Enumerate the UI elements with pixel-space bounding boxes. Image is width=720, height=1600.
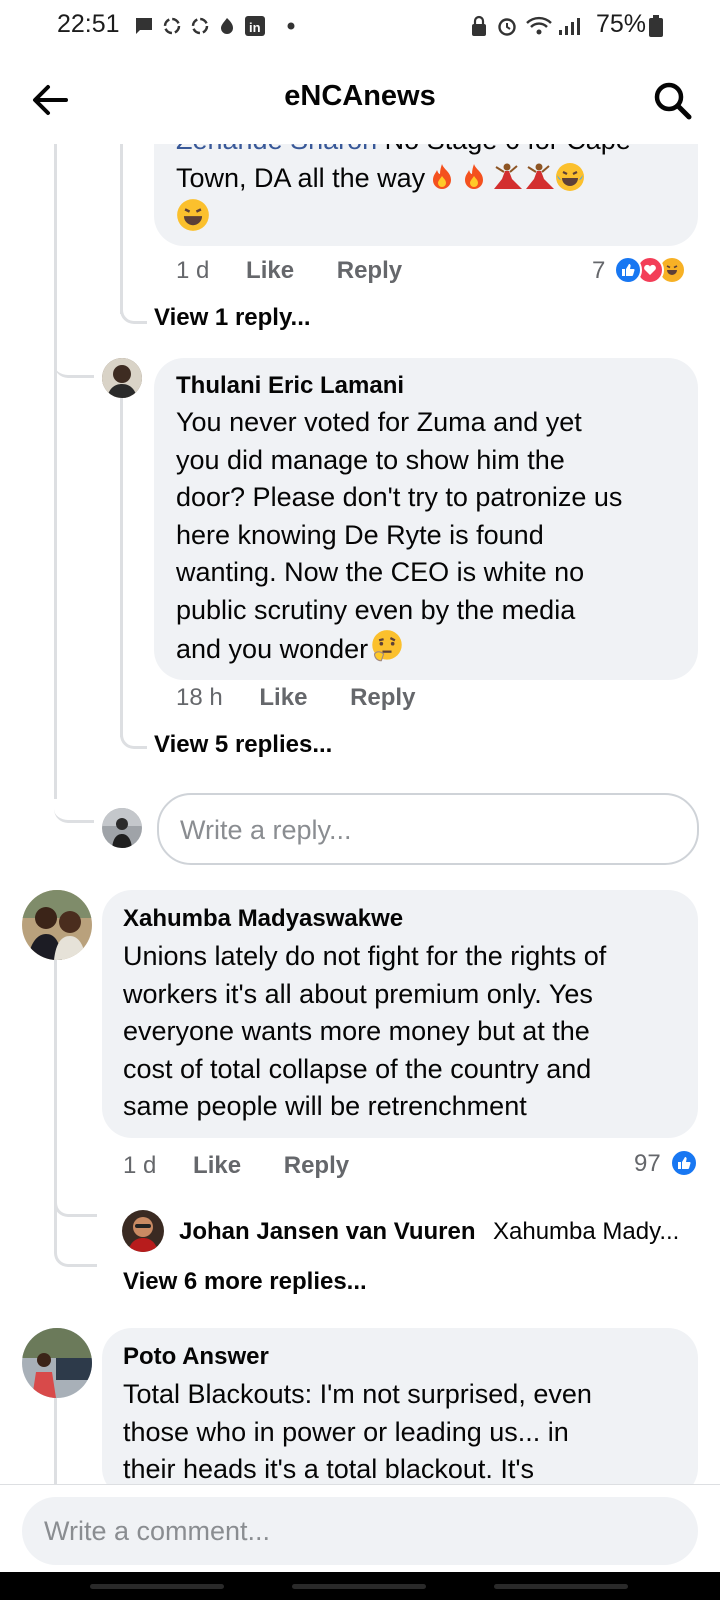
view-more-replies-link[interactable]: View 6 more replies...	[123, 1268, 367, 1296]
comment-timestamp: 1 d	[176, 257, 210, 284]
like-button[interactable]: Like	[246, 257, 294, 284]
reply-preview-author[interactable]: Johan Jansen van Vuuren	[179, 1218, 476, 1246]
comment-text-line: door? Please don't try to patronize us	[176, 482, 623, 512]
comment-actions: 1 d Like Reply	[176, 257, 402, 285]
lock-icon	[468, 15, 490, 37]
like-reaction-icon	[670, 1149, 698, 1177]
reply-button[interactable]: Reply	[350, 684, 415, 711]
alarm-icon	[495, 15, 519, 37]
comment-text-line: same people will be retrenchment	[123, 1091, 527, 1121]
comment-author[interactable]: Poto Answer	[123, 1343, 269, 1371]
comment-text-line: those who in power or leading us... in	[123, 1416, 569, 1447]
like-button[interactable]: Like	[193, 1152, 241, 1179]
avatar[interactable]	[22, 890, 92, 960]
comment-text-line: and you wonder	[176, 634, 369, 664]
laughing-emoji-icon	[176, 198, 210, 237]
home-button[interactable]	[292, 1584, 426, 1589]
reply-preview-text: Xahumba Mady...	[493, 1218, 680, 1245]
thread-connector	[120, 295, 147, 324]
wifi-icon	[525, 15, 553, 37]
laughing-emoji-icon	[555, 162, 585, 192]
battery-percentage: 75%	[596, 10, 647, 38]
recent-apps-button[interactable]	[90, 1584, 224, 1589]
thread-connector	[54, 790, 94, 823]
thread-connector	[54, 345, 94, 378]
svg-text:in: in	[249, 20, 261, 35]
status-bar: 22:51 in 75%	[0, 0, 720, 52]
comment-text-line: everyone wants more money but at the	[123, 1016, 590, 1046]
comment-text-line: You never voted for Zuma and yet	[176, 407, 582, 437]
thread-connector	[120, 720, 147, 749]
comment-actions: 18 h Like Reply	[176, 684, 415, 712]
comment-author[interactable]: Xahumba Madyaswakwe	[123, 905, 403, 933]
thread-connector	[54, 1240, 97, 1267]
comment-text-line: Total Blackouts: I'm not surprised, even	[123, 1379, 592, 1409]
comment-timestamp: 1 d	[123, 1152, 157, 1179]
avatar[interactable]	[122, 1210, 164, 1252]
sync-icon	[161, 15, 183, 37]
more-notifications-dot-icon	[285, 15, 297, 37]
comment-text-line: workers it's all about premium only. Yes	[123, 978, 593, 1009]
comment-text-line: wanting. Now the CEO is white no	[176, 557, 585, 587]
comment-text-line: you did manage to show him the	[176, 444, 565, 475]
comment-text-line: Unions lately do not fight for the right…	[123, 941, 607, 971]
message-icon	[133, 15, 155, 37]
comment-text-line: public scrutiny even by the media	[176, 594, 576, 625]
reaction-count[interactable]: 97	[634, 1150, 661, 1178]
comment-actions: 1 d Like Reply	[123, 1152, 349, 1180]
fire-emoji-icon	[459, 162, 489, 192]
avatar[interactable]	[102, 358, 142, 398]
comment-composer-bar: Write a comment...	[0, 1484, 720, 1573]
comment-text: You never voted for Zuma and yet you did…	[176, 404, 686, 669]
comment-author[interactable]: Thulani Eric Lamani	[176, 372, 404, 400]
current-user-avatar	[102, 808, 142, 848]
battery-icon	[648, 15, 664, 37]
reply-button[interactable]: Reply	[284, 1152, 349, 1179]
dancer-emoji-icon	[523, 162, 555, 192]
app-header: eNCAnews	[0, 52, 720, 144]
view-replies-link[interactable]: View 5 replies...	[154, 731, 332, 759]
comment-text-line: their heads it's a total blackout. It's	[123, 1454, 535, 1484]
view-replies-link[interactable]: View 1 reply...	[154, 304, 311, 332]
thread-connector	[54, 1190, 97, 1217]
dancer-emoji-icon	[491, 162, 523, 192]
reaction-count[interactable]: 7	[592, 257, 605, 285]
fire-emoji-icon	[427, 162, 457, 192]
reply-input-placeholder: Write a reply...	[180, 815, 352, 845]
thinking-emoji-icon	[370, 629, 404, 663]
sync-icon-2	[189, 15, 211, 37]
like-reaction-icon	[614, 256, 642, 284]
comment-input-placeholder: Write a comment...	[44, 1516, 271, 1546]
thread-line-sub	[120, 144, 123, 314]
reply-button[interactable]: Reply	[337, 257, 402, 284]
comment-text-line: cost of total collapse of the country an…	[123, 1053, 592, 1084]
comment-text: Town, DA all the way	[176, 160, 696, 198]
comment-text-line: here knowing De Ryte is found	[176, 519, 544, 550]
comment-text: Unions lately do not fight for the right…	[123, 938, 693, 1126]
avatar[interactable]	[22, 1328, 92, 1398]
status-time: 22:51	[57, 10, 120, 38]
signal-icon	[556, 15, 582, 37]
linkedin-icon: in	[243, 15, 267, 37]
comment-timestamp: 18 h	[176, 684, 223, 711]
thread-line-main	[54, 144, 57, 799]
page-title: eNCAnews	[284, 80, 436, 112]
app-notification-icon	[217, 15, 237, 37]
comment-text: Total Blackouts: I'm not surprised, even…	[123, 1376, 693, 1489]
search-icon[interactable]	[650, 78, 694, 122]
back-button[interactable]	[494, 1584, 628, 1589]
comment-text-line: Town, DA all the way	[176, 163, 426, 193]
thread-line-sub	[120, 395, 123, 737]
like-button[interactable]: Like	[259, 684, 307, 711]
